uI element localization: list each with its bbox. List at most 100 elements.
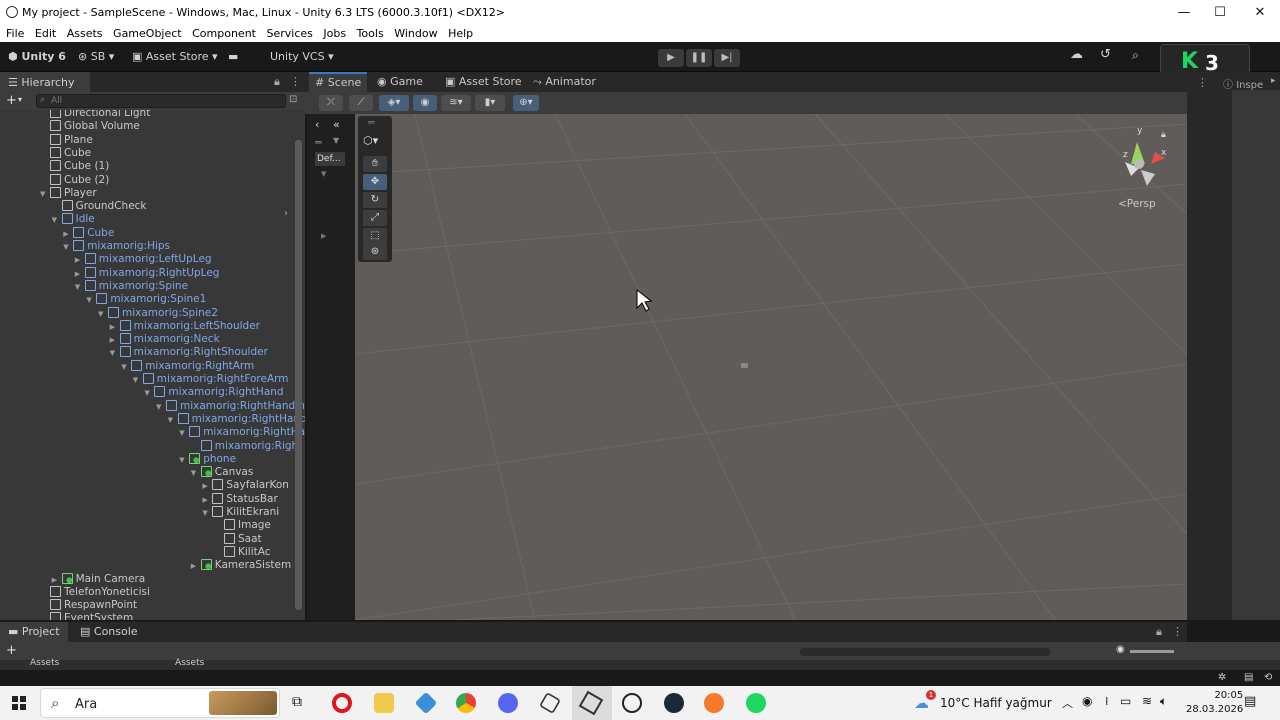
hierarchy-row[interactable]: ▼ mixamorig:RightHand xyxy=(144,386,284,399)
hierarchy-row[interactable]: ▼ mixamorig:Spine1 xyxy=(86,293,206,306)
assets-folder-label[interactable]: Assets xyxy=(30,658,59,668)
hierarchy-row[interactable]: Cube (1) xyxy=(40,160,109,173)
scene-gizmo[interactable] xyxy=(1125,142,1165,186)
zoom-slider[interactable] xyxy=(1130,650,1174,653)
visibility-icon[interactable]: ◉ xyxy=(1116,644,1125,655)
expand-down-icon[interactable]: ▼ xyxy=(179,427,189,440)
hierarchy-row[interactable]: TelefonYoneticisi xyxy=(40,585,150,599)
hierarchy-row[interactable]: ▶ StatusBar xyxy=(202,492,278,507)
debug-icon[interactable]: ✲ xyxy=(1218,672,1226,683)
windows-start-icon[interactable] xyxy=(12,696,26,710)
rect-tool-icon[interactable]: ⬚ xyxy=(363,228,387,244)
hierarchy-row[interactable]: ▼ mixamorig:RightHandInd xyxy=(156,399,305,413)
hierarchy-row[interactable]: ▶ SayfalarKon xyxy=(202,479,289,492)
expand-right-icon[interactable]: ▶ xyxy=(75,254,85,267)
record-icon[interactable]: ◉ xyxy=(1082,694,1092,708)
expand-down-icon[interactable]: ▼ xyxy=(133,374,143,387)
persp-label[interactable]: <Persp xyxy=(1118,198,1156,210)
chevron-down-icon[interactable]: ▼ xyxy=(321,170,326,178)
expand-down-icon[interactable]: ▼ xyxy=(86,294,96,307)
vcs-dropdown[interactable]: Unity VCS ▾ xyxy=(270,50,334,63)
hierarchy-row[interactable]: ▼ KilitEkrani xyxy=(202,506,279,519)
expand-down-icon[interactable]: ▼ xyxy=(191,467,201,480)
hierarchy-row[interactable]: KilitAc xyxy=(214,545,271,559)
spotify-icon[interactable] xyxy=(746,693,766,713)
account-dropdown[interactable]: ⊛ SB ▾ xyxy=(78,50,114,63)
hierarchy-row[interactable]: EventSystem xyxy=(40,612,133,620)
expand-right-icon[interactable]: ▶ xyxy=(110,321,120,334)
add-asset-button[interactable]: + xyxy=(6,643,17,658)
chevron-right-icon[interactable]: › xyxy=(284,208,288,219)
hierarchy-row[interactable]: ▼ mixamorig:RightArm xyxy=(121,359,254,374)
cloud-icon[interactable]: ☁ xyxy=(1070,47,1083,62)
object-mode-icon[interactable]: ⬡▾ xyxy=(363,134,378,147)
chevron-right-icon[interactable]: ▸ xyxy=(1271,76,1276,86)
hierarchy-row[interactable]: ▼ Canvas xyxy=(191,466,253,480)
hand-tool-icon[interactable]: ✋︎ xyxy=(363,156,387,172)
menu-tools[interactable]: Tools xyxy=(357,26,384,42)
lighting-toggle-icon[interactable]: ⟋ xyxy=(349,95,373,111)
menu-services[interactable]: Services xyxy=(267,26,313,42)
expand-right-icon[interactable]: ▶ xyxy=(202,494,212,507)
collapse-all-icon[interactable]: « xyxy=(333,118,340,131)
hierarchy-search-input[interactable]: All xyxy=(36,94,286,108)
file-explorer-icon[interactable] xyxy=(374,693,394,713)
hierarchy-row[interactable]: ▼ mixamorig:Spine2 xyxy=(98,306,218,320)
search-icon[interactable]: ⌕ xyxy=(1132,48,1139,63)
battery-icon[interactable]: ▭ xyxy=(1120,694,1131,708)
hierarchy-row[interactable]: ▼ mixamorig:RightHa xyxy=(179,426,305,439)
minimize-button[interactable]: — xyxy=(1164,0,1204,26)
close-button[interactable]: ✕ xyxy=(1240,0,1280,26)
task-view-icon[interactable]: ⧉ xyxy=(292,694,302,710)
steam-icon[interactable] xyxy=(664,693,684,713)
hierarchy-row[interactable]: Image xyxy=(214,519,271,532)
blender-icon[interactable] xyxy=(704,693,724,713)
hierarchy-row[interactable]: ▼ Idle xyxy=(52,213,95,226)
transform-tool-icon[interactable]: ⊛ xyxy=(363,244,387,260)
expand-down-icon[interactable]: ▼ xyxy=(40,188,50,201)
opera-icon[interactable] xyxy=(332,693,352,713)
expand-down-icon[interactable]: ▼ xyxy=(63,241,73,254)
hierarchy-row[interactable]: Saat xyxy=(214,532,262,546)
scene-viewport[interactable]: y x z 🔒︎ xyxy=(355,114,1187,620)
hierarchy-row[interactable]: ▶ mixamorig:RightUpLeg xyxy=(75,266,219,280)
menu-help[interactable]: Help xyxy=(448,26,473,42)
expand-right-icon[interactable]: ▶ xyxy=(202,480,212,493)
expand-right-icon[interactable]: ▶ xyxy=(110,334,120,347)
package-icon[interactable]: ▬ xyxy=(228,50,238,63)
hierarchy-row[interactable]: ▶ Cube xyxy=(63,226,114,241)
expand-down-icon[interactable]: ▼ xyxy=(110,347,120,360)
more-options-icon[interactable]: ⋮ xyxy=(1197,76,1208,89)
toggle-2d-icon[interactable]: ⤬ xyxy=(319,95,343,111)
tab-hierarchy[interactable]: ☰ Hierarchy xyxy=(0,72,90,92)
expand-down-icon[interactable]: ▼ xyxy=(121,361,131,374)
maximize-button[interactable]: ☐ xyxy=(1200,0,1240,26)
chevron-left-icon[interactable]: ‹ xyxy=(315,118,319,131)
hierarchy-row[interactable]: Global Volume xyxy=(40,120,140,133)
app-icon[interactable] xyxy=(414,691,438,715)
move-tool-icon[interactable]: ✥ xyxy=(363,174,387,190)
hierarchy-row[interactable]: ▼ mixamorig:RightForeArm xyxy=(133,373,289,386)
tab-inspector[interactable]: ⓘ Inspe xyxy=(1223,76,1263,91)
hierarchy-row[interactable]: ▶ KameraSistem xyxy=(191,559,291,572)
expand-right-icon[interactable]: ▶ xyxy=(63,228,73,241)
weather-text[interactable]: 10°C Hafif yağmur xyxy=(940,696,1052,710)
history-icon[interactable]: ↺ xyxy=(1100,47,1111,62)
hierarchy-row[interactable]: ▶ Main Camera xyxy=(52,572,145,586)
wifi-icon[interactable]: ≋ xyxy=(1142,694,1152,708)
hierarchy-row[interactable]: Cube (2) xyxy=(40,173,109,187)
more-options-icon[interactable]: ⋮ xyxy=(1172,625,1183,638)
toggle-icon[interactable]: ⏽ xyxy=(1102,694,1112,709)
rotate-tool-icon[interactable]: ↻ xyxy=(363,192,387,208)
menu-component[interactable]: Component xyxy=(192,26,256,42)
menu-file[interactable]: File xyxy=(6,26,24,42)
scale-tool-icon[interactable]: ⤢ xyxy=(363,210,387,226)
expand-down-icon[interactable]: ▼ xyxy=(168,414,178,427)
draw-mode-icon[interactable]: ◈▾ xyxy=(379,95,409,111)
clock[interactable]: 20:05 28.03.2026 xyxy=(1186,689,1243,717)
lock-icon[interactable]: 🔒︎ xyxy=(1156,625,1162,639)
add-object-button[interactable]: + xyxy=(6,93,17,108)
hierarchy-row[interactable]: ▼ Player xyxy=(40,186,97,201)
tab-game[interactable]: ◉ Game xyxy=(371,72,429,92)
project-search-input[interactable] xyxy=(800,648,1050,656)
